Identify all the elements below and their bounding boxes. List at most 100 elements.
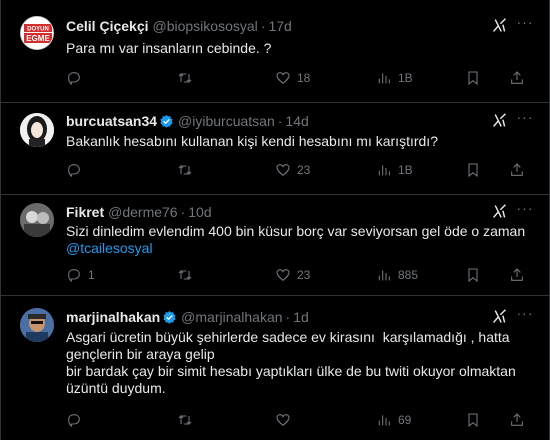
tweet-text-line: üzüntü duydum. (66, 380, 166, 396)
retweet-icon (178, 165, 192, 175)
reply-icon (68, 72, 80, 85)
more-icon[interactable]: ··· (516, 201, 534, 220)
tweet-text-line: bir bardak çay bir simit hesabı yaptıkla… (66, 363, 516, 379)
bookmark-button[interactable] (465, 68, 481, 88)
like-count: 23 (297, 268, 311, 282)
share-button[interactable] (509, 160, 525, 180)
views-icon (378, 270, 390, 281)
handle[interactable]: @marjinalhakan (181, 309, 282, 325)
mention-link[interactable]: @tcailesosyal (66, 240, 536, 257)
tweet-text: Bakanlık hesabını kullanan kişi kendi he… (66, 133, 536, 150)
bookmark-icon (468, 268, 478, 283)
more-icon[interactable]: ··· (516, 306, 534, 325)
tweet-2[interactable]: burcuatsan34 @iyiburcuatsan · 14d ··· Ba… (1, 103, 550, 195)
avatar[interactable] (20, 113, 54, 147)
display-name[interactable]: marjinalhakan (66, 309, 160, 325)
grok-icon[interactable] (491, 112, 508, 129)
like-count: 18 (297, 71, 311, 85)
more-icon[interactable]: ··· (516, 110, 534, 129)
bookmark-button[interactable] (465, 265, 481, 285)
like-button[interactable]: 23 (275, 160, 310, 180)
tweet-header: Celil Çiçekçi @biopsikososyal · 17d (66, 17, 534, 35)
tweet-text-line: Para mı var insanların cebinde. ? (66, 40, 272, 56)
display-name[interactable]: Celil Çiçekçi (66, 18, 149, 34)
handle[interactable]: @iyiburcuatsan (178, 113, 275, 129)
timestamp[interactable]: 10d (188, 204, 211, 220)
like-icon (276, 72, 290, 85)
views-button[interactable]: 1B (376, 160, 413, 180)
retweet-button[interactable] (177, 410, 199, 430)
tweet-text-line: gençlerin bir araya gelip (66, 346, 215, 362)
separator-dot: · (260, 18, 266, 34)
views-button[interactable]: 1B (376, 68, 413, 88)
views-button[interactable]: 885 (376, 265, 418, 285)
views-icon (378, 415, 390, 426)
bookmark-button[interactable] (465, 410, 481, 430)
tweet-text: Asgari ücretin büyük şehirlerde sadece e… (66, 329, 536, 397)
timestamp[interactable]: 1d (293, 309, 309, 325)
tweet-text-line: Sizi dinledim evlendim 400 bin küsur bor… (66, 223, 526, 239)
retweet-button[interactable] (177, 160, 199, 180)
bookmark-icon (468, 163, 478, 178)
retweet-button[interactable] (177, 68, 199, 88)
views-icon (378, 73, 390, 84)
like-icon (276, 164, 290, 177)
grok-icon[interactable] (491, 203, 508, 220)
verified-badge-icon (160, 114, 173, 128)
avatar[interactable] (20, 203, 54, 237)
retweet-button[interactable] (177, 265, 199, 285)
grok-icon[interactable] (491, 308, 508, 325)
like-button[interactable]: 23 (275, 265, 310, 285)
retweet-icon (178, 415, 192, 425)
reply-button[interactable] (66, 68, 88, 88)
tweet-1[interactable]: DOYUN EGME Celil Çiçekçi @biopsikososyal… (1, 0, 550, 103)
reply-icon (68, 414, 80, 427)
share-icon (511, 268, 523, 281)
view-count: 1B (398, 163, 413, 177)
reply-button[interactable]: 1 (66, 265, 95, 285)
tweet-3[interactable]: Fikret @derme76 · 10d ··· Sizi dinledim … (1, 195, 550, 296)
tweet-feed: DOYUN EGME Celil Çiçekçi @biopsikososyal… (0, 0, 550, 440)
retweet-icon (178, 73, 192, 83)
separator-dot: · (277, 113, 283, 129)
like-icon (276, 269, 290, 282)
views-button[interactable]: 69 (376, 410, 411, 430)
avatar-text-2: EGME (26, 34, 50, 43)
avatar[interactable] (20, 308, 54, 342)
like-button[interactable]: 18 (275, 68, 310, 88)
reply-button[interactable] (66, 410, 88, 430)
avatar-image (20, 203, 54, 237)
tweet-4[interactable]: marjinalhakan @marjinalhakan · 1d ··· As… (1, 296, 550, 440)
share-icon (511, 71, 523, 84)
avatar-text-1: DOYUN (27, 27, 49, 33)
action-bar: 69 (64, 410, 542, 430)
view-count: 885 (398, 268, 419, 282)
action-bar: 18 1B (64, 68, 542, 88)
handle[interactable]: @biopsikososyal (153, 18, 258, 34)
timestamp[interactable]: 14d (285, 113, 308, 129)
handle[interactable]: @derme76 (108, 204, 177, 220)
view-count: 1B (398, 71, 413, 85)
bookmark-icon (468, 413, 478, 428)
retweet-icon (178, 270, 192, 280)
view-count: 69 (398, 413, 412, 427)
like-icon (276, 414, 290, 427)
display-name[interactable]: Fikret (66, 204, 104, 220)
views-icon (378, 165, 390, 176)
reply-icon (68, 164, 80, 177)
tweet-text-line: Bakanlık hesabını kullanan kişi kendi he… (66, 133, 438, 149)
share-button[interactable] (509, 68, 525, 88)
tweet-header: Fikret @derme76 · 10d (66, 203, 534, 221)
reply-button[interactable] (66, 160, 88, 180)
more-icon[interactable]: ··· (516, 15, 534, 34)
display-name[interactable]: burcuatsan34 (66, 113, 157, 129)
action-bar: 1 23 885 (64, 265, 542, 285)
share-button[interactable] (509, 265, 525, 285)
grok-icon[interactable] (491, 17, 508, 34)
share-button[interactable] (509, 410, 525, 430)
timestamp[interactable]: 17d (268, 18, 291, 34)
like-button[interactable] (275, 410, 297, 430)
bookmark-button[interactable] (465, 160, 481, 180)
avatar-image (20, 113, 54, 147)
avatar[interactable]: DOYUN EGME (20, 16, 54, 50)
